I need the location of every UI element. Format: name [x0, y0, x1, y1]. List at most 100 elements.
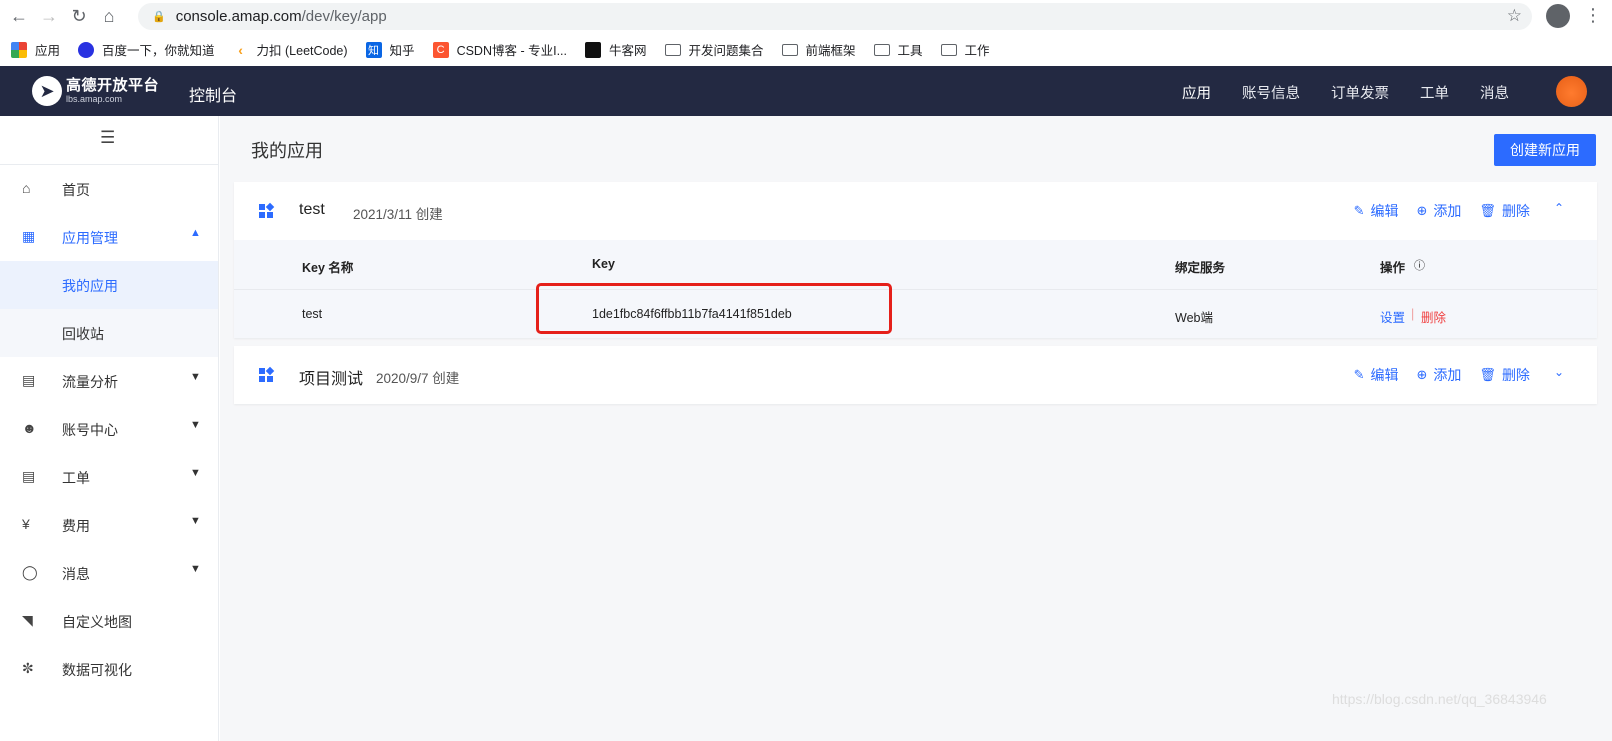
- console-title[interactable]: 控制台: [189, 82, 237, 106]
- chart-icon: ▤: [22, 372, 36, 388]
- sidebar-item-recycle-bin[interactable]: 回收站: [0, 309, 218, 357]
- sidebar-item-label: 我的应用: [62, 278, 118, 294]
- home-browser-icon[interactable]: ⌂: [98, 6, 120, 28]
- yuan-icon: ¥: [22, 516, 30, 532]
- chevron-down-icon: ▼: [190, 467, 201, 479]
- message-icon: ◯: [22, 564, 38, 580]
- bookmark-folder-frontend[interactable]: 前端框架: [781, 40, 856, 59]
- delete-button[interactable]: 🗑 删除: [1479, 365, 1530, 385]
- browser-menu-icon[interactable]: ⋮: [1584, 5, 1602, 26]
- edit-label: 编辑: [1370, 367, 1399, 383]
- bookmark-label: 知乎: [389, 44, 415, 58]
- create-app-button[interactable]: 创建新应用: [1494, 134, 1596, 166]
- bookmark-label: 工作: [964, 44, 990, 58]
- main-content: 我的应用 创建新应用 test 2021/3/11 创建 ✎ 编辑 ⊕ 添加 🗑 删除…: [220, 116, 1612, 741]
- edit-icon: ✎: [1353, 203, 1365, 218]
- sidebar-item-my-apps[interactable]: 我的应用: [0, 261, 218, 309]
- app-created-date: 2021/3/11 创建: [353, 207, 443, 222]
- sidebar-item-account[interactable]: ☻ 账号中心 ▼: [0, 405, 218, 453]
- chevron-down-icon: ▼: [190, 419, 201, 431]
- chevron-down-icon: ▼: [190, 563, 201, 575]
- bookmark-folder-dev[interactable]: 开发问题集合: [664, 40, 764, 59]
- folder-icon: [664, 43, 681, 56]
- edit-button[interactable]: ✎ 编辑: [1354, 201, 1399, 221]
- reload-icon[interactable]: ↻: [68, 6, 90, 28]
- url-host: console.amap.com: [175, 8, 302, 25]
- delete-label: 删除: [1501, 367, 1530, 383]
- key-highlight-annotation: [536, 283, 892, 334]
- sidebar-item-fees[interactable]: ¥ 费用 ▼: [0, 501, 218, 549]
- back-icon[interactable]: ←: [8, 6, 30, 28]
- table-row: test 1de1fbc84f6ffbb11b7fa4141f851deb We…: [234, 289, 1597, 338]
- profile-icon[interactable]: [1546, 4, 1570, 28]
- bookmark-leetcode[interactable]: ‹ 力扣 (LeetCode): [233, 40, 347, 59]
- bookmark-label: 百度一下，你就知道: [102, 44, 215, 58]
- add-circle-icon: ⊕: [1416, 367, 1428, 382]
- ticket-icon: ▤: [22, 468, 36, 484]
- bookmark-folder-tools[interactable]: 工具: [873, 40, 923, 59]
- sidebar-item-label: 应用管理: [62, 230, 118, 246]
- logo-subtitle: lbs.amap.com: [66, 94, 123, 104]
- app-card: 项目测试 2020/9/7 创建 ✎ 编辑 ⊕ 添加 🗑 删除 ⌄: [234, 346, 1597, 404]
- app-name: 项目测试: [299, 371, 364, 388]
- sidebar-item-label: 数据可视化: [62, 662, 132, 678]
- sidebar-item-tickets[interactable]: ▤ 工单 ▼: [0, 453, 218, 501]
- chevron-down-icon[interactable]: ⌄: [1554, 365, 1564, 385]
- topnav-apps[interactable]: 应用: [1182, 82, 1211, 103]
- bookmark-apps[interactable]: 应用: [11, 40, 60, 59]
- folder-icon: [781, 43, 798, 56]
- bookmark-label: 前端框架: [805, 44, 856, 58]
- sidebar-item-messages[interactable]: ◯ 消息 ▼: [0, 549, 218, 597]
- sidebar-item-app-management[interactable]: ▦ 应用管理 ▲: [0, 213, 218, 261]
- col-operation: 操作: [1380, 261, 1406, 275]
- amap-logo[interactable]: ➤ 高德开放平台 lbs.amap.com: [32, 76, 159, 106]
- topnav-account[interactable]: 账号信息: [1242, 82, 1300, 103]
- sidebar-item-label: 回收站: [62, 326, 104, 342]
- app-icon: [259, 366, 275, 383]
- add-button[interactable]: ⊕ 添加: [1417, 365, 1462, 385]
- app-card-header: 项目测试 2020/9/7 创建 ✎ 编辑 ⊕ 添加 🗑 删除 ⌄: [234, 346, 1597, 404]
- sidebar-item-label: 流量分析: [62, 374, 118, 390]
- settings-link[interactable]: 设置: [1380, 307, 1405, 326]
- forward-icon[interactable]: →: [38, 6, 60, 28]
- edit-button[interactable]: ✎ 编辑: [1354, 365, 1399, 385]
- sidebar-item-data-vis[interactable]: ✼ 数据可视化: [0, 645, 218, 693]
- bookmark-nowcoder[interactable]: 牛客网: [584, 40, 647, 59]
- topnav-orders[interactable]: 订单发票: [1331, 82, 1389, 103]
- grid-icon: ▦: [22, 228, 36, 244]
- chevron-up-icon: ▲: [190, 227, 201, 239]
- user-avatar[interactable]: [1556, 76, 1587, 107]
- bookmark-csdn[interactable]: C CSDN博客 - 专业I...: [432, 40, 567, 59]
- sidebar-item-label: 费用: [62, 518, 90, 534]
- add-button[interactable]: ⊕ 添加: [1417, 201, 1462, 221]
- delete-key-link[interactable]: 删除: [1421, 307, 1446, 326]
- sidebar-item-custom-map[interactable]: ◥ 自定义地图: [0, 597, 218, 645]
- col-key: Key: [592, 257, 615, 271]
- bookmark-baidu[interactable]: 百度一下，你就知道: [78, 40, 215, 59]
- app-card: test 2021/3/11 创建 ✎ 编辑 ⊕ 添加 🗑 删除 ⌃ Key 名称 K…: [234, 182, 1597, 338]
- browser-toolbar: ← → ↻ ⌂ 🔒 console.amap.com/dev/key/app ☆…: [0, 0, 1612, 33]
- delete-button[interactable]: 🗑 删除: [1479, 201, 1530, 221]
- sidebar-item-traffic[interactable]: ▤ 流量分析 ▼: [0, 357, 218, 405]
- zhihu-icon: 知: [365, 41, 382, 58]
- bookmark-star-icon[interactable]: ☆: [1507, 6, 1522, 26]
- csdn-icon: C: [432, 41, 449, 58]
- bookmark-zhihu[interactable]: 知 知乎: [365, 40, 415, 59]
- app-card-header: test 2021/3/11 创建 ✎ 编辑 ⊕ 添加 🗑 删除 ⌃: [234, 182, 1597, 240]
- edit-icon: ✎: [1353, 367, 1365, 382]
- col-key-name: Key 名称: [302, 261, 354, 275]
- sidebar-item-label: 自定义地图: [62, 614, 132, 630]
- bookmark-folder-work[interactable]: 工作: [940, 40, 990, 59]
- delete-label: 删除: [1501, 203, 1530, 219]
- topnav-tickets[interactable]: 工单: [1420, 82, 1449, 103]
- topnav-messages[interactable]: 消息: [1480, 82, 1509, 103]
- address-bar[interactable]: 🔒 console.amap.com/dev/key/app ☆: [138, 3, 1532, 30]
- info-icon[interactable]: ⓘ: [1414, 257, 1425, 273]
- page-title: 我的应用: [251, 141, 323, 161]
- sidebar-item-home[interactable]: ⌂ 首页: [0, 165, 218, 213]
- edit-label: 编辑: [1370, 203, 1399, 219]
- chevron-up-icon[interactable]: ⌃: [1554, 201, 1564, 221]
- baidu-icon: [78, 41, 95, 58]
- menu-collapse-icon[interactable]: ☰: [100, 128, 115, 148]
- home-icon: ⌂: [22, 180, 31, 196]
